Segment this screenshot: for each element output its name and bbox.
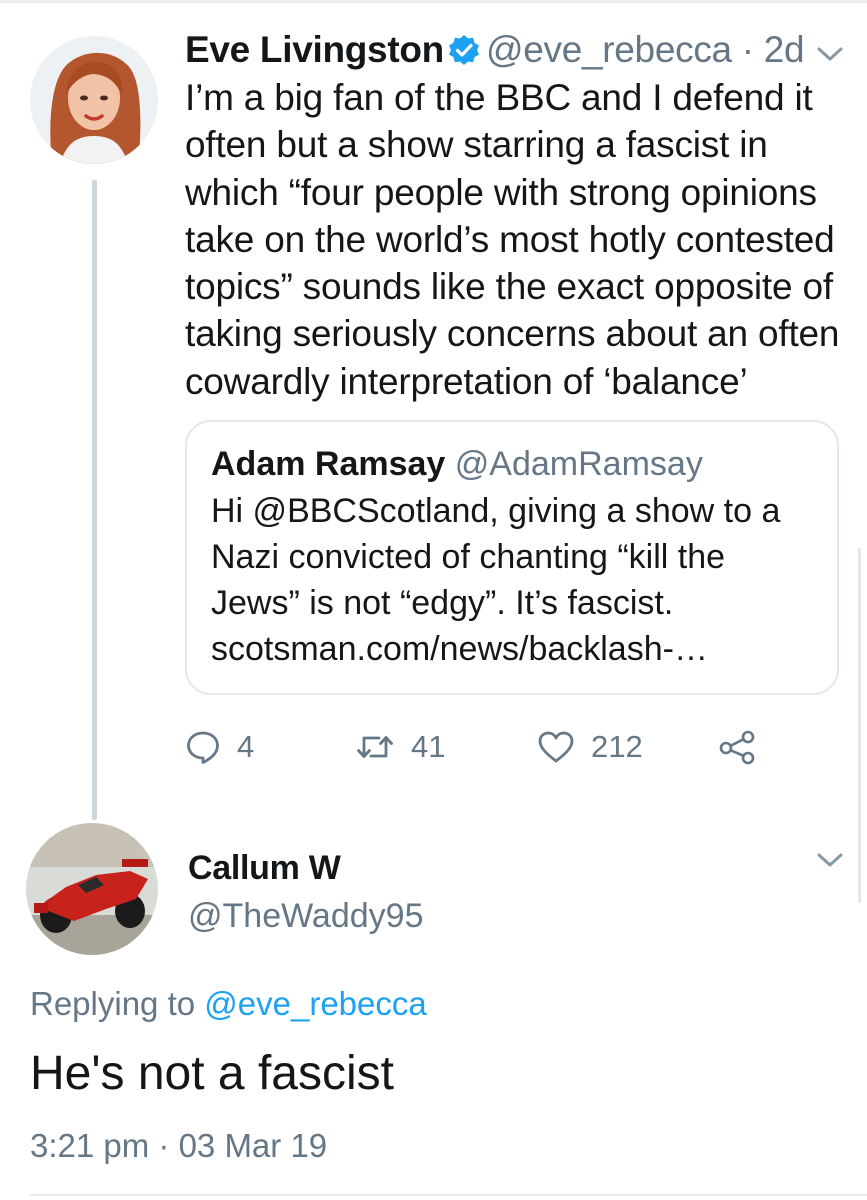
share-icon <box>717 729 757 765</box>
bottom-divider <box>30 1194 867 1196</box>
quoted-author-handle: @AdamRamsay <box>454 445 703 483</box>
thread-connector-line <box>92 180 97 820</box>
replying-to-label: Replying to <box>30 985 205 1022</box>
chevron-down-icon[interactable] <box>815 44 845 64</box>
replying-to-mention[interactable]: @eve_rebecca <box>204 985 426 1022</box>
like-button[interactable]: 212 <box>537 720 643 774</box>
chevron-down-icon[interactable] <box>815 850 845 870</box>
heart-icon <box>537 729 575 765</box>
avatar-callum-w[interactable] <box>26 823 158 955</box>
verified-badge-icon <box>448 30 480 65</box>
reply-count: 4 <box>237 729 255 764</box>
reply-text: He's not a fascist <box>30 1047 394 1100</box>
tweet-actions-bar: 4 41 212 <box>185 720 785 774</box>
share-button[interactable] <box>717 720 757 774</box>
retweet-button[interactable]: 41 <box>355 720 445 774</box>
retweet-count: 41 <box>411 729 446 764</box>
quoted-tweet-header: Adam Ramsay @AdamRamsay <box>211 442 703 486</box>
avatar-image <box>26 823 158 955</box>
scrollbar[interactable] <box>858 548 861 903</box>
quoted-author-name: Adam Ramsay <box>211 445 446 483</box>
top-divider <box>0 0 867 3</box>
reply-timestamp[interactable]: 3:21 pm · 03 Mar 19 <box>30 1124 327 1168</box>
reply-author-name[interactable]: Callum W <box>188 846 341 890</box>
retweet-icon <box>355 729 395 765</box>
tweet-header: Eve Livingston @eve_rebecca · 2d <box>185 26 825 74</box>
replying-to-line: Replying to @eve_rebecca <box>30 982 427 1026</box>
tweet-text: I’m a big fan of the BBC and I defend it… <box>185 77 840 402</box>
quoted-tweet-text: Hi @BBCScotland, giving a show to a Nazi… <box>211 492 781 668</box>
avatar-image <box>30 36 158 164</box>
quoted-tweet-card[interactable]: Adam Ramsay @AdamRamsay Hi @BBCScotland,… <box>185 420 839 695</box>
tweet-age[interactable]: 2d <box>764 29 805 70</box>
author-handle[interactable]: @eve_rebecca <box>486 29 732 70</box>
avatar-eve-livingston[interactable] <box>30 36 158 164</box>
reply-bubble-icon <box>185 729 221 765</box>
time-separator: · <box>731 29 764 70</box>
reply-author-handle[interactable]: @TheWaddy95 <box>188 894 423 938</box>
reply-button[interactable]: 4 <box>185 720 254 774</box>
author-name[interactable]: Eve Livingston <box>185 29 444 70</box>
like-count: 212 <box>591 729 643 764</box>
